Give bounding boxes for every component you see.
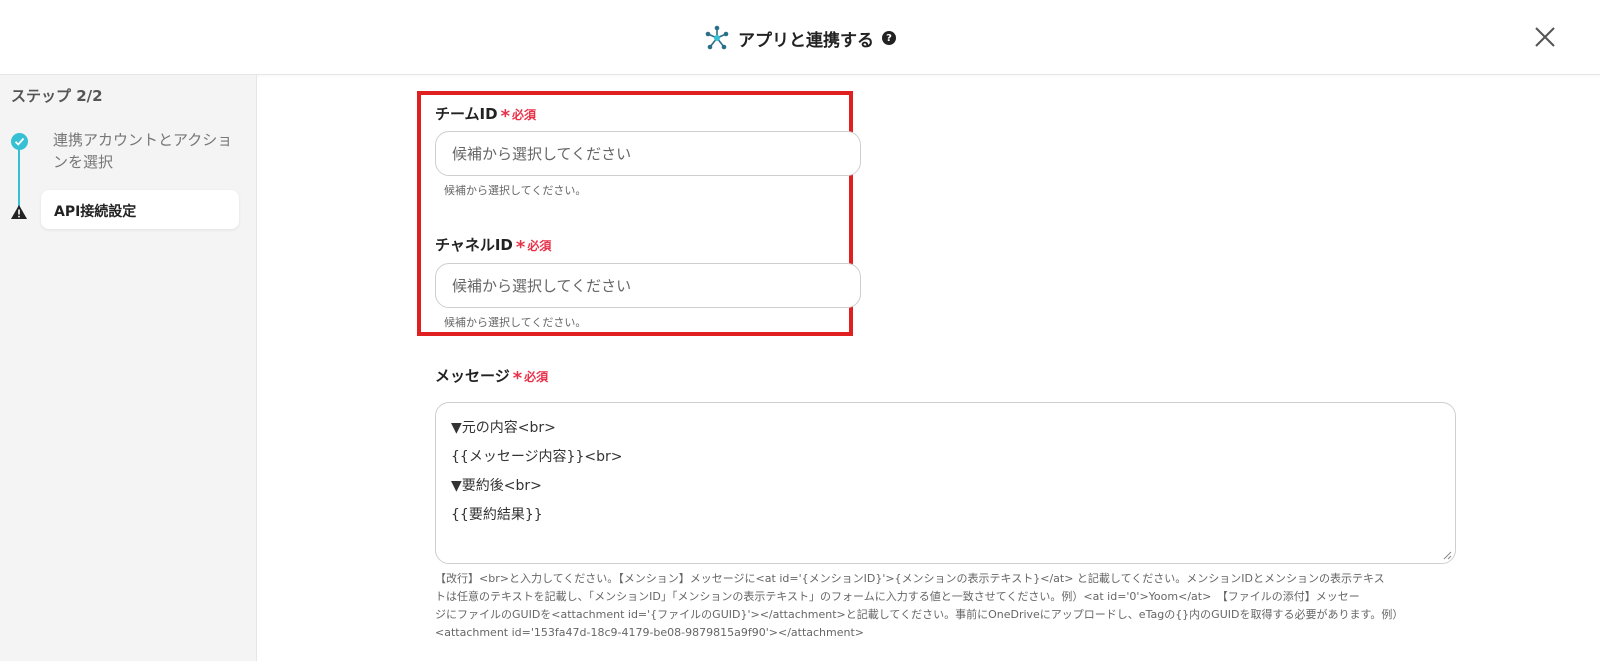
modal-title: アプリと連携する [738, 30, 874, 51]
message-label: メッセージ * 必須 [435, 365, 548, 389]
modal-header: アプリと連携する ? [0, 0, 1600, 75]
required-badge: 必須 [527, 239, 552, 253]
required-asterisk: * [500, 106, 511, 127]
required-asterisk: * [512, 368, 523, 389]
steps-sidebar: ステップ 2/2 連携アカウントとアクションを選択 API接続設定 [0, 75, 257, 661]
message-helper-line: <attachment id='153fa47d-18c9-4179-be08-… [435, 626, 865, 639]
close-button[interactable] [1532, 24, 1558, 50]
required-badge: 必須 [524, 370, 549, 384]
network-nodes-icon [704, 25, 730, 51]
message-line: {{要約結果}} [451, 507, 543, 523]
required-badge: 必須 [512, 108, 537, 122]
resize-handle-icon[interactable] [1443, 551, 1452, 560]
step-item-api-settings[interactable]: API接続設定 [41, 190, 239, 229]
team-id-label: チームID * 必須 [435, 103, 536, 127]
message-label-text: メッセージ [435, 367, 510, 385]
message-helper-line: 【改行】<br>と入力してください。【メンション】メッセージに<at id='{… [435, 572, 1385, 585]
step-item-account-action[interactable]: 連携アカウントとアクションを選択 [53, 129, 233, 173]
warning-icon [10, 204, 28, 220]
header-title-group: アプリと連携する ? [0, 24, 1600, 52]
channel-id-input[interactable] [436, 264, 860, 307]
close-icon [1535, 27, 1555, 47]
channel-id-select[interactable] [435, 263, 861, 308]
team-id-label-text: チームID [435, 105, 498, 123]
team-id-helper: 候補から選択してください。 [444, 184, 587, 197]
message-line: ▼元の内容<br> [451, 420, 556, 436]
message-line: ▼要約後<br> [451, 478, 542, 494]
channel-id-label-text: チャネルID [435, 236, 513, 254]
team-id-input[interactable] [436, 132, 860, 175]
step-item-label: API接続設定 [54, 204, 137, 220]
message-helper-line: ジにファイルのGUIDを<attachment id='{ファイルのGUID}'… [435, 608, 1404, 621]
channel-id-helper: 候補から選択してください。 [444, 316, 587, 329]
check-circle-icon [11, 133, 28, 150]
message-helper: 【改行】<br>と入力してください。【メンション】メッセージに<at id='{… [435, 570, 1435, 642]
channel-id-label: チャネルID * 必須 [435, 234, 551, 258]
team-id-select[interactable] [435, 131, 861, 176]
required-asterisk: * [515, 237, 526, 258]
step-counter: ステップ 2/2 [11, 87, 103, 105]
help-icon[interactable]: ? [882, 31, 896, 45]
form-area: チームID*必須 候補から選択してください。 チャネルID*必須 候補から選択し… [257, 75, 1600, 661]
message-line: {{メッセージ内容}}<br> [451, 449, 623, 465]
message-textarea[interactable]: ▼元の内容<br> {{メッセージ内容}}<br> ▼要約後<br> {{要約結… [435, 402, 1456, 564]
message-helper-line: トは任意のテキストを記載し、「メンションID」「メンションの表示テキスト」のフォ… [435, 590, 1360, 603]
